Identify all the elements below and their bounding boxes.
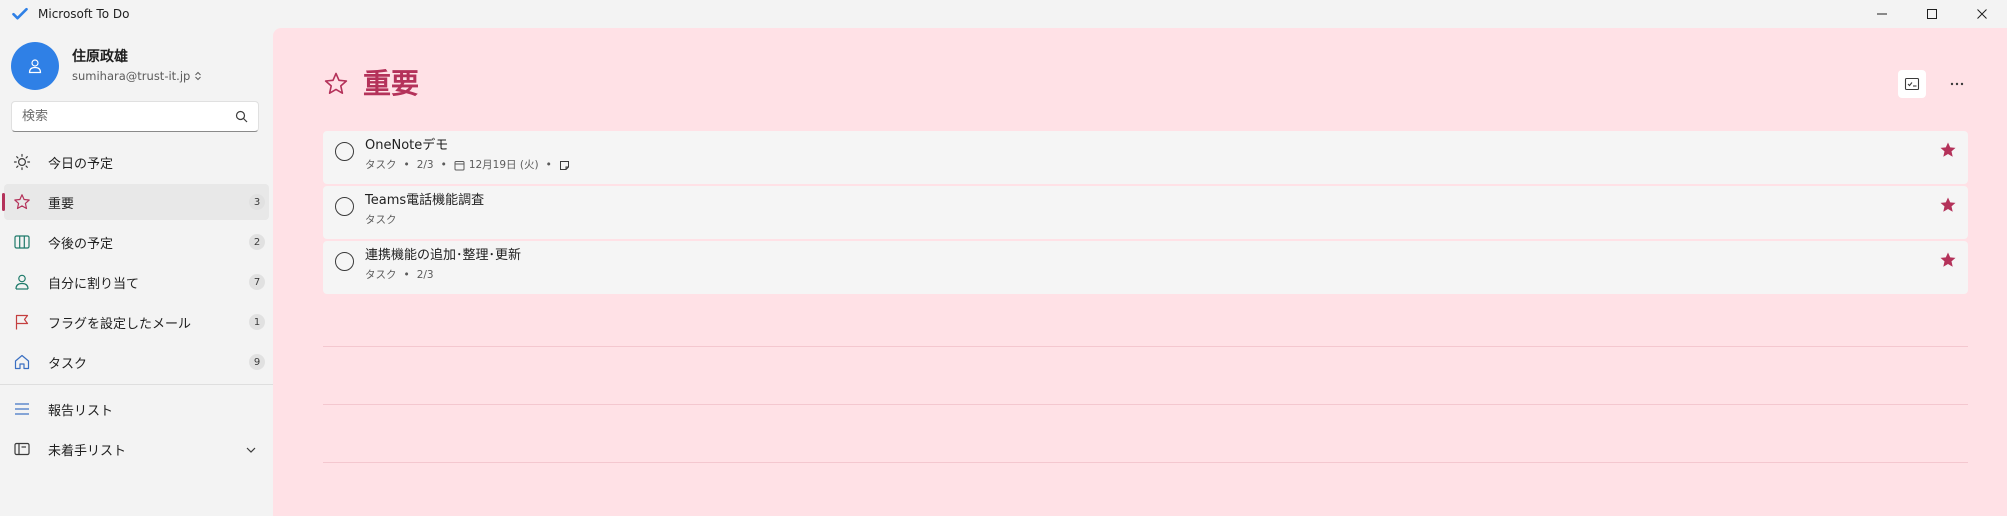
sidebar-item-label: 未着手リスト (48, 443, 127, 459)
sidebar-item-label: タスク (48, 356, 88, 372)
task-meta: タスク • 2/3 • 12月19日 (火) • (365, 158, 570, 172)
window-controls (1857, 0, 2007, 28)
search-box[interactable] (11, 101, 259, 132)
chevron-down-icon[interactable] (245, 441, 257, 460)
star-icon (12, 192, 32, 212)
window-title: Microsoft To Do (38, 7, 130, 21)
empty-row-divider (323, 462, 1968, 463)
task-list-name: タスク (365, 159, 397, 171)
page-title: 重要 (363, 67, 420, 100)
sidebar-item-flagged-email[interactable]: フラグを設定したメール 1 (4, 304, 269, 340)
task-meta: タスク • 2/3 (365, 269, 434, 281)
todo-check-icon (12, 6, 28, 22)
task-complete-checkbox[interactable] (335, 142, 354, 161)
account-name: 住原政雄 (72, 49, 128, 65)
title-bar: Microsoft To Do (0, 0, 2007, 28)
sidebar-item-important[interactable]: 重要 3 (2, 184, 269, 220)
count-badge: 9 (249, 354, 265, 370)
flag-icon (12, 312, 32, 332)
task-steps: 2/3 (416, 269, 434, 281)
person-icon (28, 59, 42, 74)
task-title: Teams電話機能調査 (365, 193, 485, 208)
more-icon (1950, 82, 1964, 86)
empty-row-divider (323, 346, 1968, 347)
note-icon (559, 160, 569, 170)
task-list: OneNoteデモ タスク • 2/3 • 12月19日 (火) • Teams… (323, 131, 1968, 296)
count-badge: 7 (249, 274, 265, 290)
account-switcher[interactable]: 住原政雄 sumihara@trust-it.jp (11, 42, 202, 90)
sidebar-item-label: 重要 (48, 196, 75, 212)
header-toolbar (1898, 70, 1971, 98)
task-list-name: タスク (365, 214, 397, 226)
sidebar-item-label: 今日の予定 (48, 156, 114, 172)
sidebar-list-report[interactable]: 報告リスト (4, 391, 269, 427)
task-row[interactable]: 連携機能の追加･整理･更新 タスク • 2/3 (323, 241, 1968, 294)
calendar-icon (454, 160, 465, 170)
nav-list: 今日の予定 重要 3 今後の予定 2 自分に割り当て 7 フラグを設定したメール… (0, 144, 273, 471)
sidebar-item-my-day[interactable]: 今日の予定 (4, 144, 269, 180)
calendar-grid-icon (12, 232, 32, 252)
sidebar-item-planned[interactable]: 今後の予定 2 (4, 224, 269, 260)
minimize-button[interactable] (1857, 0, 1907, 28)
important-star-icon[interactable] (1939, 251, 1957, 269)
avatar (11, 42, 59, 90)
important-star-icon[interactable] (1939, 196, 1957, 214)
sidebar-item-label: 報告リスト (48, 403, 114, 419)
sidebar-item-tasks[interactable]: タスク 9 (4, 344, 269, 380)
sidebar-item-assigned-to-me[interactable]: 自分に割り当て 7 (4, 264, 269, 300)
sun-icon (12, 152, 32, 172)
search-input[interactable] (22, 109, 235, 124)
task-complete-checkbox[interactable] (335, 252, 354, 271)
count-badge: 3 (249, 194, 265, 210)
search-icon[interactable] (235, 110, 248, 123)
task-row[interactable]: Teams電話機能調査 タスク (323, 186, 1968, 239)
sidebar-item-label: 今後の予定 (48, 236, 114, 252)
suggestions-button[interactable] (1898, 70, 1926, 98)
task-meta: タスク (365, 213, 397, 227)
suggestions-icon (1904, 77, 1920, 91)
sidebar: 住原政雄 sumihara@trust-it.jp 検索 今日の予定 重要 3 … (0, 28, 273, 516)
close-button[interactable] (1957, 0, 2007, 28)
main-pane: 重要 OneNoteデモ タスク • 2/3 • 12月19日 (火) • Te… (273, 28, 2007, 516)
sidebar-item-label: 自分に割り当て (48, 276, 140, 292)
group-icon (12, 439, 32, 459)
list-icon (12, 399, 32, 419)
expand-collapse-icon (195, 71, 202, 81)
task-complete-checkbox[interactable] (335, 197, 354, 216)
home-icon (12, 352, 32, 372)
person-icon (12, 272, 32, 292)
count-badge: 1 (249, 314, 265, 330)
empty-row-divider (323, 404, 1968, 405)
task-steps: 2/3 (416, 159, 434, 171)
task-title: 連携機能の追加･整理･更新 (365, 248, 522, 263)
task-row[interactable]: OneNoteデモ タスク • 2/3 • 12月19日 (火) • (323, 131, 1968, 184)
star-icon (324, 72, 348, 94)
task-title: OneNoteデモ (365, 138, 449, 153)
important-star-icon[interactable] (1939, 141, 1957, 159)
sidebar-item-label: フラグを設定したメール (48, 316, 192, 332)
task-due-date: 12月19日 (火) (468, 159, 539, 171)
account-email: sumihara@trust-it.jp (72, 69, 191, 83)
nav-divider (0, 384, 273, 385)
more-options-button[interactable] (1943, 70, 1971, 98)
page-header: 重要 (323, 66, 419, 102)
sidebar-group-not-started[interactable]: 未着手リスト (4, 431, 269, 467)
maximize-button[interactable] (1907, 0, 1957, 28)
task-list-name: タスク (365, 269, 397, 281)
count-badge: 2 (249, 234, 265, 250)
